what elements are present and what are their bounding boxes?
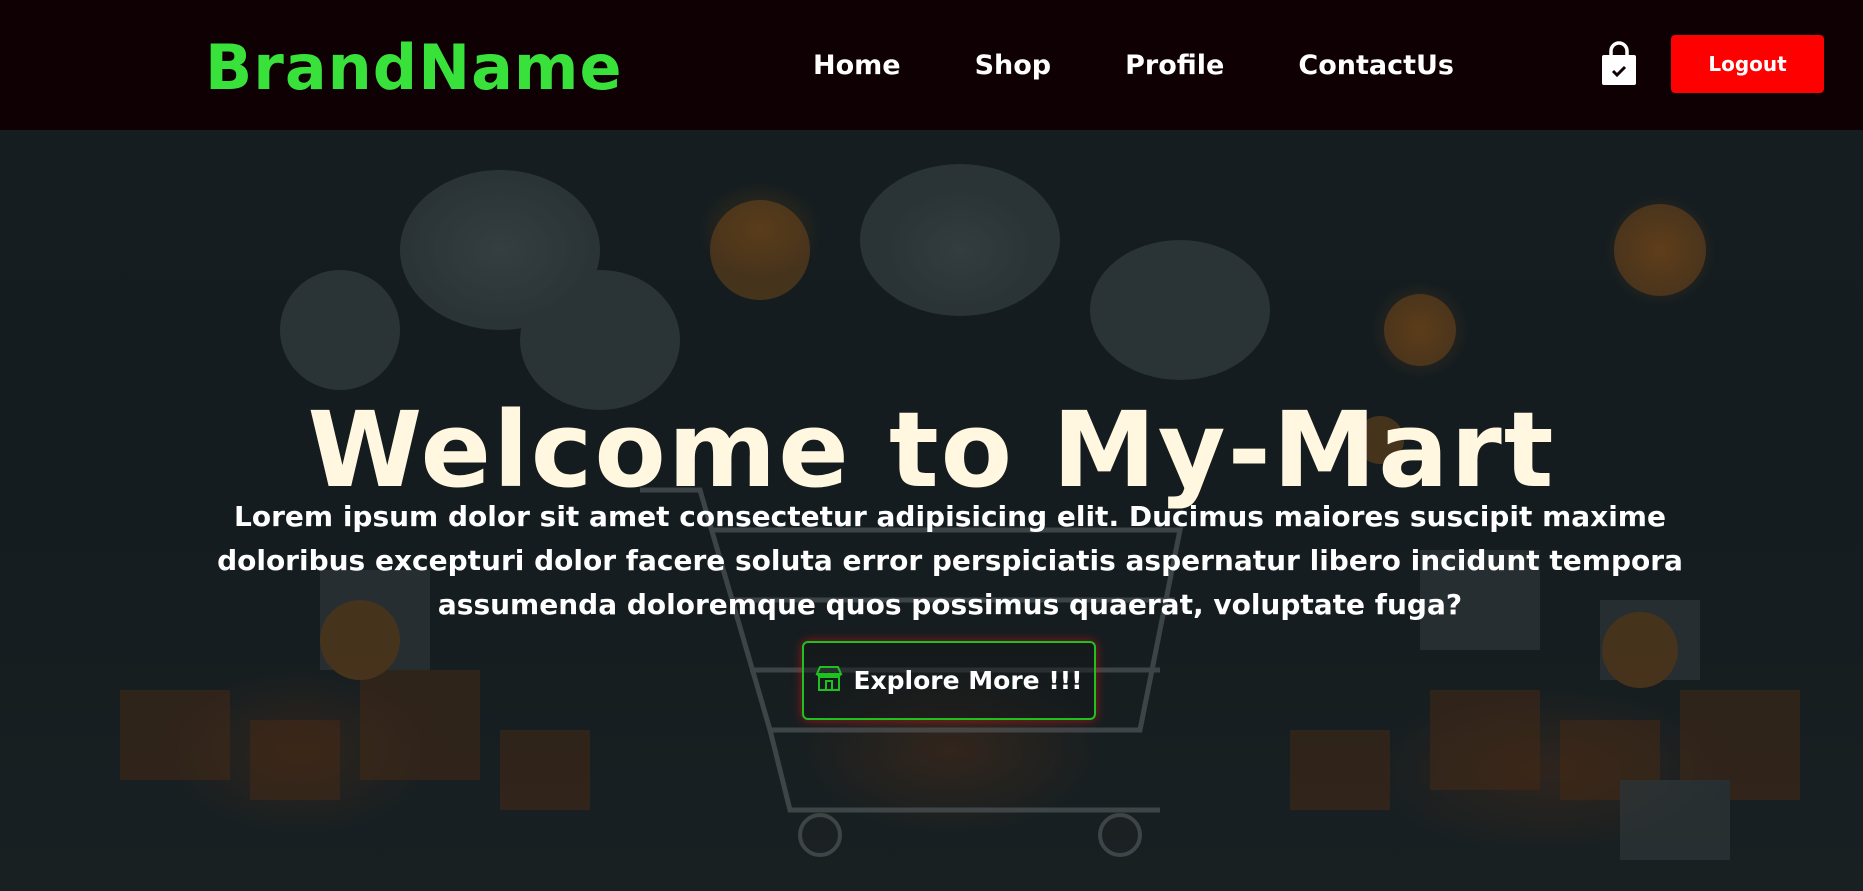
hero-description: Lorem ipsum dolor sit amet consectetur a… <box>217 500 1683 621</box>
navbar: BrandName Home Shop Profile ContactUs Lo… <box>0 0 1863 130</box>
explore-more-label: Explore More !!! <box>853 666 1083 695</box>
store-icon <box>815 665 843 697</box>
main-nav: Home Shop Profile ContactUs <box>813 46 1454 86</box>
hero-section: Welcome to My-Mart Lorem ipsum dolor sit… <box>0 130 1863 891</box>
nav-link-profile[interactable]: Profile <box>1125 46 1224 86</box>
logout-button[interactable]: Logout <box>1671 35 1824 93</box>
explore-more-button[interactable]: Explore More !!! <box>802 641 1096 720</box>
shopping-bag-icon[interactable] <box>1600 41 1638 87</box>
brand-logo[interactable]: BrandName <box>205 28 623 108</box>
nav-link-shop[interactable]: Shop <box>975 46 1052 86</box>
nav-link-contactus[interactable]: ContactUs <box>1298 46 1454 86</box>
nav-link-home[interactable]: Home <box>813 46 901 86</box>
